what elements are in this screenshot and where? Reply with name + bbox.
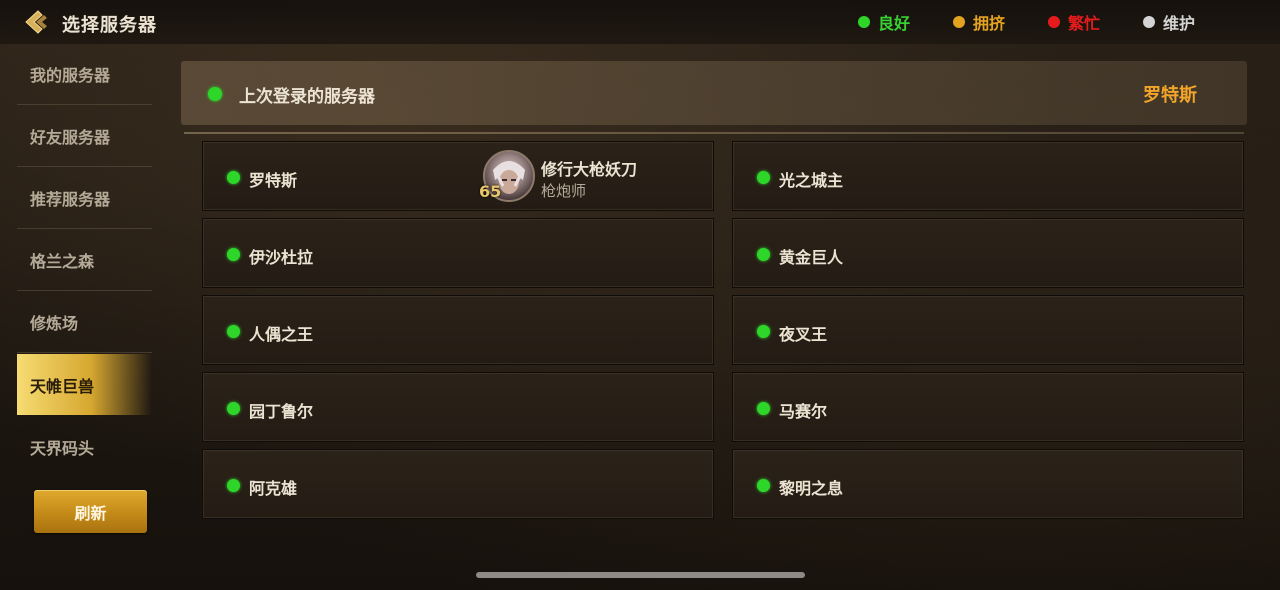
server-name: 罗特斯 [249,171,298,190]
sidebar-item-recommended-servers[interactable]: 推荐服务器 [17,168,152,229]
legend-label: 繁忙 [1068,14,1101,33]
sidebar-item-region-3[interactable]: 天帷巨兽 [17,354,152,415]
last-login-banner[interactable]: 上次登录的服务器 罗特斯 [181,61,1247,125]
status-dot-icon [757,325,770,338]
server-name: 马赛尔 [779,402,828,421]
sidebar-item-label: 推荐服务器 [30,190,111,209]
server-name: 伊沙杜拉 [249,248,314,267]
server-name: 人偶之王 [249,325,314,344]
sidebar-item-region-4[interactable]: 天界码头 [17,416,152,477]
server-name: 黎明之息 [779,479,844,498]
status-dot-icon [1048,16,1060,28]
server-card[interactable]: 人偶之王 [202,295,714,365]
server-card[interactable]: 黄金巨人 [732,218,1244,288]
server-name: 黄金巨人 [779,248,844,267]
character-class: 枪炮师 [541,182,587,200]
server-select-screen: 选择服务器 良好 拥挤 繁忙 维护 我的服务器 好友服务器 推荐服务器 格兰之森… [0,0,1280,590]
sidebar-item-label: 我的服务器 [30,66,111,85]
sidebar-item-region-1[interactable]: 格兰之森 [17,230,152,291]
server-card[interactable]: 罗特斯 65 修行大枪妖刀 枪炮师 [202,141,714,211]
server-card[interactable]: 光之城主 [732,141,1244,211]
server-card[interactable]: 夜叉王 [732,295,1244,365]
legend-maintenance: 维护 [1143,12,1196,33]
refresh-button[interactable]: 刷新 [34,490,147,533]
divider [184,132,1244,134]
last-login-label: 上次登录的服务器 [239,87,375,107]
status-dot-icon [953,16,965,28]
legend-good: 良好 [858,12,911,33]
character-info: 65 修行大枪妖刀 枪炮师 [479,148,699,208]
sidebar-item-label: 天界码头 [30,438,95,458]
legend-label: 维护 [1163,14,1196,33]
status-dot-icon [227,171,240,184]
page-title: 选择服务器 [62,15,157,36]
server-name: 阿克雄 [249,479,298,498]
server-card[interactable]: 伊沙杜拉 [202,218,714,288]
status-dot-icon [227,479,240,492]
server-card[interactable]: 黎明之息 [732,449,1244,519]
status-dot-icon [227,402,240,415]
sidebar-item-label: 格兰之森 [30,252,95,271]
sidebar-item-region-2[interactable]: 修炼场 [17,292,152,353]
legend-congested: 拥挤 [953,12,1006,33]
status-dot-icon [227,325,240,338]
back-arrow-icon [25,10,47,34]
legend-label: 良好 [878,14,911,33]
server-card[interactable]: 阿克雄 [202,449,714,519]
status-dot-icon [757,248,770,261]
status-dot-icon [227,248,240,261]
legend-label: 拥挤 [973,14,1006,33]
top-bar: 选择服务器 良好 拥挤 繁忙 维护 [0,0,1280,44]
server-card[interactable]: 园丁鲁尔 [202,372,714,442]
server-name: 园丁鲁尔 [249,402,314,421]
back-button[interactable] [22,8,52,36]
sidebar-item-label: 天帷巨兽 [30,376,95,396]
status-dot-icon [757,479,770,492]
status-dot-icon [858,16,870,28]
server-name: 光之城主 [779,171,844,190]
status-dot-icon [1143,16,1155,28]
legend-busy: 繁忙 [1048,12,1101,33]
character-name: 修行大枪妖刀 [541,160,638,179]
sidebar-item-label: 修炼场 [30,314,79,333]
server-name: 夜叉王 [779,325,828,344]
status-dot-icon [757,402,770,415]
character-level: 65 [479,182,502,201]
status-dot-icon [757,171,770,184]
server-card[interactable]: 马赛尔 [732,372,1244,442]
sidebar-item-my-servers[interactable]: 我的服务器 [17,44,152,105]
status-dot-icon [208,87,222,101]
home-indicator[interactable] [476,572,805,578]
sidebar-item-friend-servers[interactable]: 好友服务器 [17,106,152,167]
sidebar-item-label: 好友服务器 [30,128,111,147]
last-login-server: 罗特斯 [1143,85,1197,106]
